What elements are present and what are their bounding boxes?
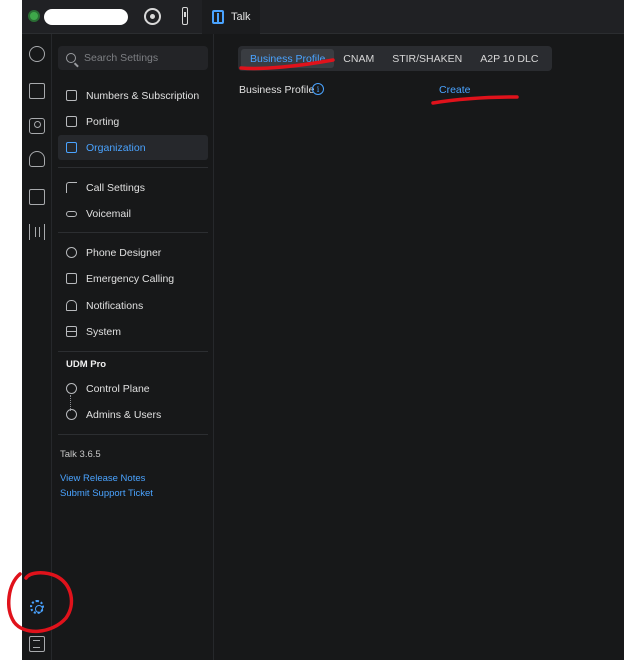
sidebar-item-label: Organization — [86, 141, 146, 154]
phone-designer-icon — [66, 247, 77, 258]
sidebar-item-label: Voicemail — [86, 207, 131, 220]
contacts-icon[interactable] — [29, 118, 45, 134]
divider — [58, 434, 208, 435]
version-label: Talk 3.6.5 — [60, 449, 101, 460]
globe-icon[interactable] — [28, 10, 40, 22]
sidebar-item-phone-designer[interactable]: Phone Designer — [58, 240, 208, 265]
bell-icon — [66, 300, 77, 311]
control-plane-icon — [66, 383, 77, 394]
app-tab-label: Talk — [231, 11, 251, 23]
target-icon[interactable] — [144, 8, 161, 25]
device-icon[interactable] — [182, 7, 188, 25]
app-tab-talk[interactable]: Talk — [202, 0, 260, 34]
admins-icon — [66, 409, 77, 420]
sidebar-item-numbers[interactable]: Numbers & Subscription — [58, 83, 208, 108]
dashboard-icon[interactable] — [29, 46, 45, 62]
tab-cnam[interactable]: CNAM — [334, 49, 383, 68]
divider — [58, 167, 208, 168]
sidebar-item-label: Admins & Users — [86, 408, 162, 421]
tab-stir-shaken[interactable]: STIR/SHAKEN — [383, 49, 471, 68]
left-rail — [22, 34, 52, 660]
phone-icon — [66, 182, 77, 193]
talk-icon — [212, 10, 224, 24]
redacted-scribble — [44, 9, 128, 25]
sidebar-item-organization[interactable]: Organization — [58, 135, 208, 160]
top-bar: Talk — [22, 0, 624, 34]
logs-icon[interactable] — [29, 636, 45, 652]
organization-icon — [66, 142, 77, 153]
sidebar-item-label: Notifications — [86, 299, 144, 312]
address-book-icon[interactable] — [29, 189, 45, 205]
sidebar-item-system[interactable]: System — [58, 319, 208, 344]
tab-a2p-10-dlc[interactable]: A2P 10 DLC — [471, 49, 547, 68]
settings-sidebar: Numbers & Subscription Porting Organizat… — [53, 34, 214, 660]
divider — [58, 232, 208, 233]
sidebar-item-porting[interactable]: Porting — [58, 109, 208, 134]
sidebar-item-label: Numbers & Subscription — [86, 89, 200, 102]
settings-gear-icon[interactable] — [30, 600, 44, 614]
sidebar-item-notifications[interactable]: Notifications — [58, 293, 208, 318]
server-icon — [66, 326, 77, 337]
sidebar-item-admins-users[interactable]: Admins & Users — [58, 402, 208, 427]
app-window: Talk Numbers & Subscription Porting Orga… — [22, 0, 624, 660]
voice-icon[interactable] — [29, 224, 45, 240]
create-link[interactable]: Create — [439, 84, 471, 96]
sidebar-item-call-settings[interactable]: Call Settings — [58, 175, 208, 200]
numbers-icon — [66, 90, 77, 101]
sidebar-item-label: System — [86, 325, 122, 338]
sidebar-item-label: Emergency Calling — [86, 272, 175, 285]
sidebar-item-voicemail[interactable]: Voicemail — [58, 201, 208, 226]
tab-bar: Business Profile CNAM STIR/SHAKEN A2P 10… — [238, 46, 552, 71]
voicemail-icon — [66, 210, 77, 217]
sidebar-item-label: Porting — [86, 115, 120, 128]
search-box[interactable] — [58, 46, 208, 70]
search-icon — [66, 53, 76, 63]
support-ticket-link[interactable]: Submit Support Ticket — [60, 488, 153, 499]
sidebar-item-label: Phone Designer — [86, 246, 162, 259]
directory-icon[interactable] — [29, 83, 45, 99]
sidebar-item-label: Control Plane — [86, 382, 150, 395]
emergency-icon — [66, 273, 77, 284]
section-label-udm: UDM Pro — [66, 359, 107, 370]
tab-business-profile[interactable]: Business Profile — [241, 49, 335, 68]
support-icon[interactable] — [29, 151, 45, 167]
sidebar-item-control-plane[interactable]: Control Plane — [58, 376, 208, 401]
porting-icon — [66, 116, 77, 127]
release-notes-link[interactable]: View Release Notes — [60, 473, 145, 484]
sidebar-item-label: Call Settings — [86, 181, 145, 194]
sidebar-item-emergency-calling[interactable]: Emergency Calling — [58, 266, 208, 291]
business-profile-label: Business Profile — [239, 84, 315, 96]
info-icon[interactable]: i — [312, 83, 324, 95]
search-input[interactable] — [84, 52, 204, 64]
divider — [58, 351, 208, 352]
